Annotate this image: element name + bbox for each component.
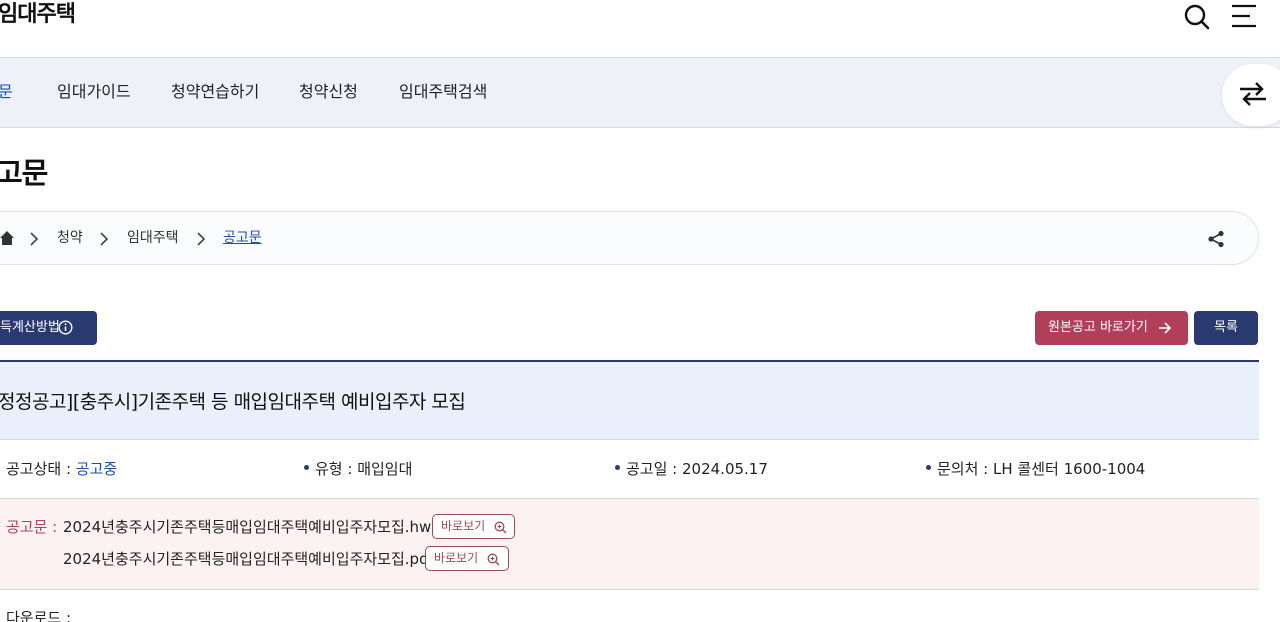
nav-item-search[interactable]: 임대주택검색 xyxy=(399,81,487,103)
breadcrumb-item-rental-housing[interactable]: 임대주택 xyxy=(127,227,179,249)
nav-item-notice[interactable]: 문 xyxy=(0,81,13,103)
file-link-hwp[interactable]: 2024년충주시기존주택등매입임대주택예비입주자모집.hwp xyxy=(63,517,441,537)
status-label: 공고상태 : xyxy=(6,460,76,478)
nav-item-practice[interactable]: 청약연습하기 xyxy=(171,81,259,103)
download-label: 다운로드 : xyxy=(6,609,72,622)
bullet-icon xyxy=(615,465,620,470)
swap-arrows-icon xyxy=(1240,82,1266,106)
type-value: 매입임대 xyxy=(357,460,413,478)
notice-header: 정정공고][충주시]기존주택 등 매입임대주택 예비입주자 모집 xyxy=(0,360,1259,440)
date-value: 2024.05.17 xyxy=(682,460,768,478)
hamburger-menu-icon[interactable] xyxy=(1230,3,1258,29)
notice-date: 공고일 : 2024.05.17 xyxy=(615,459,768,479)
notice-title: 정정공고][충주시]기존주택 등 매입임대주택 예비입주자 모집 xyxy=(0,391,466,413)
status-badge: 공고중 xyxy=(75,460,118,478)
chevron-right-icon xyxy=(100,232,109,246)
file-link-pdf[interactable]: 2024년충주시기존주택등매입임대주택예비입주자모집.pdf xyxy=(63,549,434,569)
nav-item-apply[interactable]: 청약신청 xyxy=(299,81,358,103)
breadcrumb-item-subscription[interactable]: 청약 xyxy=(57,227,83,249)
files-label: 공고문 : xyxy=(6,518,58,536)
bullet-icon xyxy=(304,465,309,470)
notice-info-row: 공고상태 : 공고중 유형 : 매입임대 공고일 : 2024.05.17 문의… xyxy=(0,440,1259,499)
type-label: 유형 : xyxy=(315,460,358,478)
list-button[interactable]: 목록 xyxy=(1194,311,1258,345)
view-button-label: 바로보기 xyxy=(441,519,486,533)
notice-contact: 문의처 : LH 콜센터 1600-1004 xyxy=(926,459,1145,479)
calculation-method-button[interactable]: 득계산방법 xyxy=(0,311,97,345)
search-icon[interactable] xyxy=(1183,3,1211,31)
nav-toggle-button[interactable] xyxy=(1222,64,1280,126)
original-notice-label: 원본공고 바로가기 xyxy=(1048,320,1148,335)
page-title: 고문 xyxy=(0,156,48,190)
bullet-icon xyxy=(926,465,931,470)
calculation-method-label: 득계산방법 xyxy=(0,320,60,335)
top-header: 임대주택 xyxy=(0,0,1280,58)
info-icon xyxy=(58,320,73,335)
nav-item-rental-guide[interactable]: 임대가이드 xyxy=(57,81,131,103)
contact-value: LH 콜센터 1600-1004 xyxy=(993,460,1146,478)
main-navigation: 문 임대가이드 청약연습하기 청약신청 임대주택검색 xyxy=(0,58,1280,128)
view-pdf-button[interactable]: 바로보기 xyxy=(425,546,509,571)
arrow-right-icon xyxy=(1159,322,1172,334)
contact-label: 문의처 : xyxy=(937,460,993,478)
notice-type: 유형 : 매입임대 xyxy=(304,459,412,479)
home-icon[interactable] xyxy=(0,230,15,246)
zoom-in-icon xyxy=(494,521,507,534)
share-icon[interactable] xyxy=(1207,230,1225,248)
breadcrumb: 청약 임대주택 공고문 xyxy=(0,211,1259,265)
site-title[interactable]: 임대주택 xyxy=(0,0,76,30)
notice-files: 공고문 : 2024년충주시기존주택등매입임대주택예비입주자모집.hwp 바로보… xyxy=(0,499,1259,590)
view-button-label: 바로보기 xyxy=(434,551,479,565)
original-notice-button[interactable]: 원본공고 바로가기 xyxy=(1035,311,1188,345)
chevron-right-icon xyxy=(30,232,39,246)
breadcrumb-item-current[interactable]: 공고문 xyxy=(223,227,262,249)
date-label: 공고일 : xyxy=(626,460,682,478)
zoom-in-icon xyxy=(487,553,500,566)
chevron-right-icon xyxy=(197,232,206,246)
notice-status: 공고상태 : 공고중 xyxy=(6,459,117,479)
view-hwp-button[interactable]: 바로보기 xyxy=(432,514,515,539)
